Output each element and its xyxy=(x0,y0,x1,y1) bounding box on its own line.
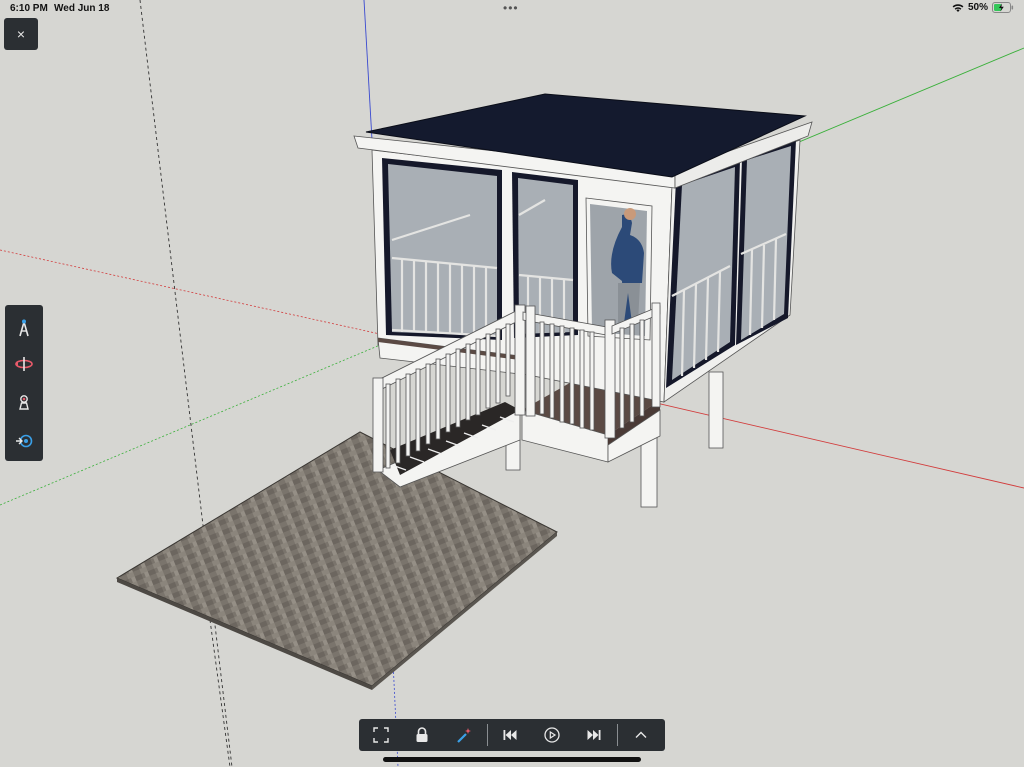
model-viewport[interactable] xyxy=(0,0,1024,767)
skip-back-icon xyxy=(503,730,517,740)
magic-wand-button[interactable] xyxy=(450,722,478,748)
orbit-icon xyxy=(15,357,33,371)
walk-icon xyxy=(19,395,29,410)
select-tool-button[interactable] xyxy=(9,313,39,343)
guide-line-right xyxy=(209,619,231,767)
close-button[interactable]: × xyxy=(4,18,38,50)
chevron-up-icon xyxy=(635,731,647,738)
previous-scene-button[interactable] xyxy=(496,722,524,748)
zoom-extents-button[interactable] xyxy=(367,722,395,748)
paver-patio xyxy=(115,431,558,690)
bottom-toolbar xyxy=(359,719,665,751)
play-button[interactable] xyxy=(538,722,566,748)
battery-charging-icon xyxy=(992,2,1014,13)
red-axis xyxy=(599,389,1024,489)
expand-toolbar-button[interactable] xyxy=(627,722,655,748)
wifi-icon xyxy=(952,3,964,12)
lock-icon xyxy=(416,727,428,742)
blue-axis xyxy=(363,0,373,141)
toolbar-separator xyxy=(617,724,618,746)
multitask-dots[interactable]: ••• xyxy=(503,1,519,15)
status-bar: 6:10 PM Wed Jun 18 ••• 50% xyxy=(0,0,1024,18)
look-around-icon xyxy=(16,434,33,448)
orbit-tool-button[interactable] xyxy=(9,349,39,379)
toolbar-separator xyxy=(487,724,488,746)
magic-wand-icon xyxy=(457,728,471,743)
home-indicator[interactable] xyxy=(383,757,641,762)
status-time: 6:10 PM xyxy=(10,3,48,14)
walk-tool-button[interactable] xyxy=(9,387,39,417)
guide-line-left xyxy=(139,0,233,767)
look-around-tool-button[interactable] xyxy=(9,425,39,455)
navigation-toolbar xyxy=(5,305,43,461)
status-date: Wed Jun 18 xyxy=(54,3,110,14)
zoom-extents-icon xyxy=(373,727,389,743)
battery-percent: 50% xyxy=(967,2,988,13)
next-scene-button[interactable] xyxy=(580,722,608,748)
status-right: 50% xyxy=(952,2,1014,13)
lock-button[interactable] xyxy=(408,722,436,748)
skip-forward-icon xyxy=(587,730,601,740)
play-icon xyxy=(544,727,560,743)
arrow-select-icon xyxy=(19,319,29,337)
